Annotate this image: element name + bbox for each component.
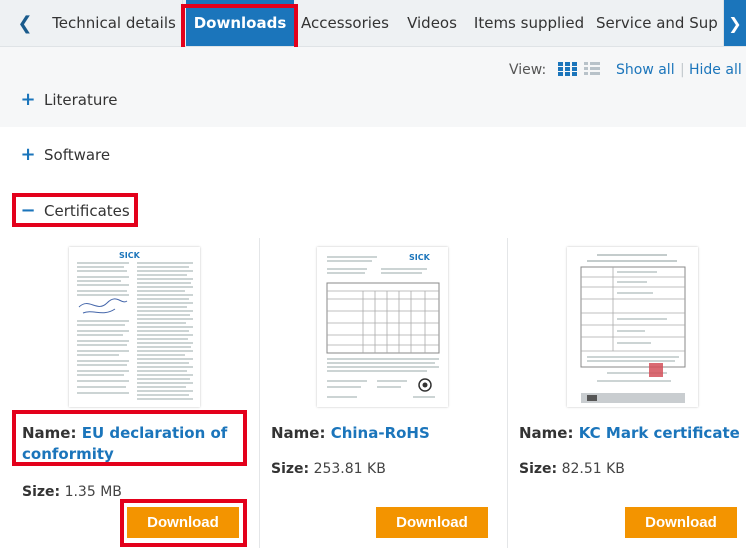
section-certificates[interactable]: − Certificates xyxy=(20,200,130,221)
card-divider xyxy=(259,238,260,548)
tab-technical-details[interactable]: Technical details xyxy=(46,0,183,46)
minus-icon: − xyxy=(20,200,36,221)
document-thumbnail[interactable]: SICK xyxy=(317,247,448,407)
size-value: 82.51 KB xyxy=(561,461,625,477)
document-name-link[interactable]: China-RoHS xyxy=(331,424,430,442)
view-label: View: xyxy=(509,62,547,78)
size-label: Size: xyxy=(271,461,310,477)
download-button[interactable]: Download xyxy=(376,507,488,538)
size-value: 1.35 MB xyxy=(64,484,122,500)
section-label: Software xyxy=(44,145,111,164)
name-label: Name: xyxy=(271,424,326,442)
literature-panel xyxy=(0,47,746,127)
section-label: Literature xyxy=(44,90,118,109)
plus-icon: + xyxy=(20,144,36,165)
section-software[interactable]: + Software xyxy=(20,144,110,165)
document-size: Size: 1.35 MB xyxy=(22,484,122,500)
tab-downloads[interactable]: Downloads xyxy=(186,0,295,46)
tab-bar: ❮ Technical details Downloads Accessorie… xyxy=(0,0,746,47)
document-thumbnail[interactable] xyxy=(567,247,698,407)
document-name: Name: KC Mark certificate xyxy=(519,423,744,444)
section-literature[interactable]: + Literature xyxy=(20,89,117,110)
show-all-link[interactable]: Show all xyxy=(616,62,675,78)
size-label: Size: xyxy=(519,461,558,477)
document-name: Name: EU declaration of conformity xyxy=(22,423,242,465)
download-button[interactable]: Download xyxy=(625,507,737,538)
hide-all-link[interactable]: Hide all xyxy=(689,62,742,78)
document-thumbnail[interactable]: SICK xyxy=(69,247,200,407)
size-label: Size: xyxy=(22,484,61,500)
document-name: Name: China-RoHS xyxy=(271,423,491,444)
svg-text:SICK: SICK xyxy=(409,253,431,262)
chevron-left-icon[interactable]: ❮ xyxy=(8,6,42,40)
link-separator: | xyxy=(680,62,685,78)
document-name-link[interactable]: KC Mark certificate xyxy=(579,424,740,442)
document-size: Size: 82.51 KB xyxy=(519,461,625,477)
list-icon[interactable] xyxy=(584,62,600,76)
card-divider xyxy=(507,238,508,548)
tab-items-supplied[interactable]: Items supplied xyxy=(468,0,591,46)
name-label: Name: xyxy=(519,424,574,442)
document-size: Size: 253.81 KB xyxy=(271,461,386,477)
size-value: 253.81 KB xyxy=(313,461,386,477)
chevron-right-icon[interactable]: ❯ xyxy=(724,0,746,46)
download-button[interactable]: Download xyxy=(127,507,239,538)
tab-videos[interactable]: Videos xyxy=(396,0,469,46)
plus-icon: + xyxy=(20,89,36,110)
tab-accessories[interactable]: Accessories xyxy=(294,0,397,46)
section-label: Certificates xyxy=(44,201,130,220)
svg-text:SICK: SICK xyxy=(119,251,141,260)
name-label: Name: xyxy=(22,424,77,442)
tab-service-and-support[interactable]: Service and Sup xyxy=(590,0,724,46)
